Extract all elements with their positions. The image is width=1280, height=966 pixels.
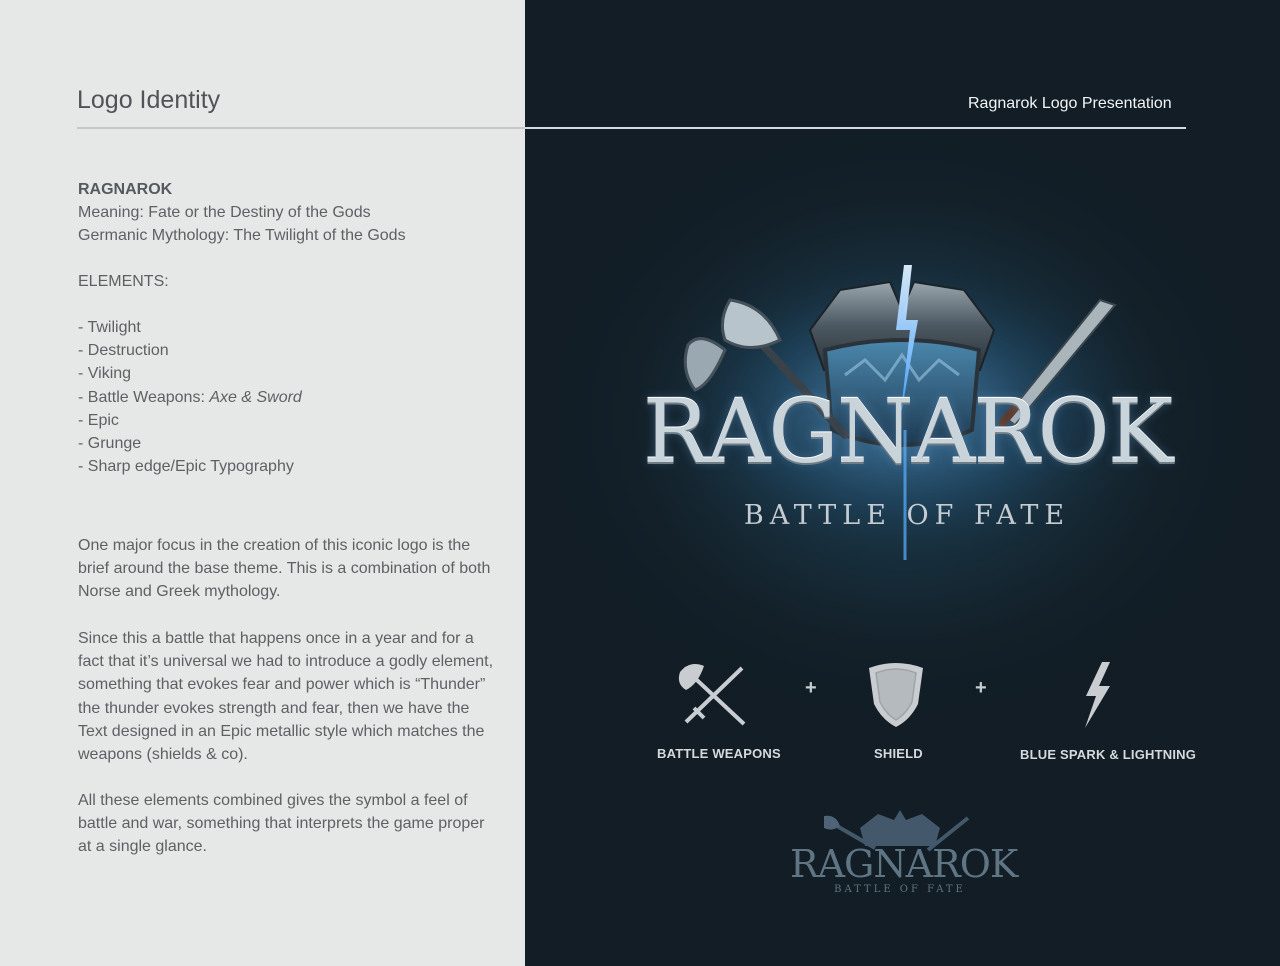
presentation-subtitle: Ragnarok Logo Presentation <box>968 95 1172 112</box>
list-item: - Destruction <box>78 342 169 360</box>
logo-title: RAGNAROK <box>642 380 1174 483</box>
shield-label: SHIELD <box>874 746 923 761</box>
lightning-element <box>1080 660 1115 730</box>
list-item: - Viking <box>78 365 132 383</box>
intro-name: RAGNAROK <box>78 181 173 198</box>
list-item: - Twilight <box>78 319 141 336</box>
elements-title: ELEMENTS: <box>78 273 169 290</box>
lightning-icon <box>1085 662 1110 728</box>
crossed-axe-sword-icon <box>678 664 746 726</box>
weapons-emphasis: Axe & Sword <box>209 388 302 406</box>
header-divider-right <box>525 127 1186 129</box>
list-item: - Sharp edge/Epic Typography <box>78 458 294 476</box>
battle-weapons-element <box>676 660 751 730</box>
list-item: - Grunge <box>78 435 142 453</box>
battle-weapons-label: BATTLE WEAPONS <box>657 746 781 761</box>
plus-sign: + <box>805 677 817 699</box>
shield-icon <box>869 663 923 727</box>
logo-tagline: BATTLE OF FATE <box>743 500 1071 531</box>
paragraph-focus: One major focus in the creation of this … <box>78 537 491 601</box>
paragraph-battle: Since this a battle that happens once in… <box>78 630 494 764</box>
small-logo-tagline: BATTLE OF FATE <box>834 884 966 895</box>
header-divider-left <box>77 127 525 129</box>
list-item-weapons: - Battle Weapons: Axe & Sword <box>78 386 302 409</box>
intro-block: RAGNAROK Meaning: Fate or the Destiny of… <box>78 178 406 248</box>
page-title: Logo Identity <box>77 86 221 114</box>
intro-meaning: Meaning: Fate or the Destiny of the Gods <box>78 204 371 222</box>
elements-list: - Twilight - Destruction - Viking - Batt… <box>78 316 302 478</box>
list-item: - Epic <box>78 411 119 429</box>
plus-sign: + <box>975 677 987 699</box>
paragraph-summary: All these elements combined gives the sy… <box>78 792 485 856</box>
lightning-label: BLUE SPARK & LIGHTNING <box>1020 747 1197 762</box>
shield-element <box>866 660 926 730</box>
small-logo-title: RAGNAROK <box>790 842 1018 886</box>
intro-mythology: Germanic Mythology: The Twilight of the … <box>78 227 406 245</box>
list-item-label: - Battle Weapons: <box>78 388 210 406</box>
